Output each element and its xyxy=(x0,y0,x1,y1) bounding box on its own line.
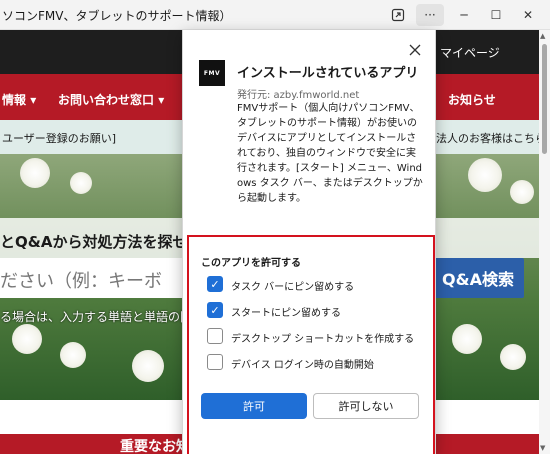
nav-item-contact[interactable]: お問い合わせ窓口 ▾ xyxy=(58,91,164,108)
flower-decoration xyxy=(20,158,50,188)
app-description: FMVサポート（個人向けパソコンFMV、タブレットのサポート情報）がお使いのデバ… xyxy=(237,103,423,204)
option-desktop-shortcut[interactable]: デスクトップ ショートカットを作成する xyxy=(207,328,417,346)
option-label: デスクトップ ショートカットを作成する xyxy=(231,334,415,345)
window-title: ソコンFMV、タブレットのサポート情報） xyxy=(2,9,232,23)
flower-decoration xyxy=(132,350,164,382)
option-pin-taskbar[interactable]: ✓ タスク バーにピン留めする xyxy=(207,276,417,294)
close-window-button[interactable]: ✕ xyxy=(514,4,542,26)
flower-decoration xyxy=(60,342,86,368)
pin-taskbar-checkbox[interactable]: ✓ xyxy=(207,276,223,292)
deny-button[interactable]: 許可しない xyxy=(313,393,419,419)
permission-heading: このアプリを許可する xyxy=(201,258,301,269)
checkmark-icon: ✓ xyxy=(210,303,220,317)
dialog-title: インストールされているアプリ xyxy=(237,66,419,81)
option-pin-start[interactable]: ✓ スタートにピン留めする xyxy=(207,302,417,320)
option-auto-start[interactable]: デバイス ログイン時の自動開始 xyxy=(207,354,417,372)
maximize-button[interactable]: ☐ xyxy=(482,4,510,26)
minimize-button[interactable]: ─ xyxy=(450,4,478,26)
close-icon xyxy=(409,44,421,56)
window-title-bar: ソコンFMV、タブレットのサポート情報） ··· ─ ☐ ✕ xyxy=(0,0,550,30)
nav-item-news[interactable]: お知らせ xyxy=(448,91,496,108)
dialog-close-button[interactable] xyxy=(405,40,425,60)
flower-decoration xyxy=(452,324,482,354)
qa-search-button[interactable]: Q&A検索 xyxy=(432,258,524,298)
open-in-app-icon[interactable] xyxy=(384,4,412,26)
flower-decoration xyxy=(70,172,92,194)
app-installed-dialog: FMV インストールされているアプリ 発行元: azby.fmworld.net… xyxy=(182,30,436,454)
nav-item-info[interactable]: 情報 ▾ xyxy=(2,91,36,108)
scroll-down-icon[interactable]: ▼ xyxy=(540,444,545,452)
search-hint: る場合は、入力する単語と単語の間 xyxy=(0,310,193,324)
option-label: タスク バーにピン留めする xyxy=(231,282,355,293)
pin-start-checkbox[interactable]: ✓ xyxy=(207,302,223,318)
option-label: デバイス ログイン時の自動開始 xyxy=(231,360,374,371)
search-placeholder: ださい（例：キーボ xyxy=(0,271,162,292)
registration-notice[interactable]: ユーザー登録のお願い] xyxy=(2,130,116,146)
more-options-button[interactable]: ··· xyxy=(416,4,444,26)
flower-decoration xyxy=(510,180,534,204)
scroll-up-icon[interactable]: ▲ xyxy=(540,32,545,40)
allow-button[interactable]: 許可 xyxy=(201,393,307,419)
checkmark-icon: ✓ xyxy=(210,277,220,291)
flower-decoration xyxy=(468,158,502,192)
fmv-app-logo: FMV xyxy=(199,60,225,86)
scrollbar-thumb[interactable] xyxy=(542,44,547,154)
hero-title: とQ&Aから対処方法を探せ xyxy=(0,233,188,251)
auto-start-checkbox[interactable] xyxy=(207,354,223,370)
mypage-link[interactable]: マイページ xyxy=(440,44,500,61)
corporate-link[interactable]: 法人のお客様はこちら xyxy=(436,130,546,146)
flower-decoration xyxy=(500,344,526,370)
option-label: スタートにピン留めする xyxy=(231,308,341,319)
desktop-shortcut-checkbox[interactable] xyxy=(207,328,223,344)
publisher-text: 発行元: azby.fmworld.net xyxy=(237,90,360,101)
flower-decoration xyxy=(12,324,42,354)
